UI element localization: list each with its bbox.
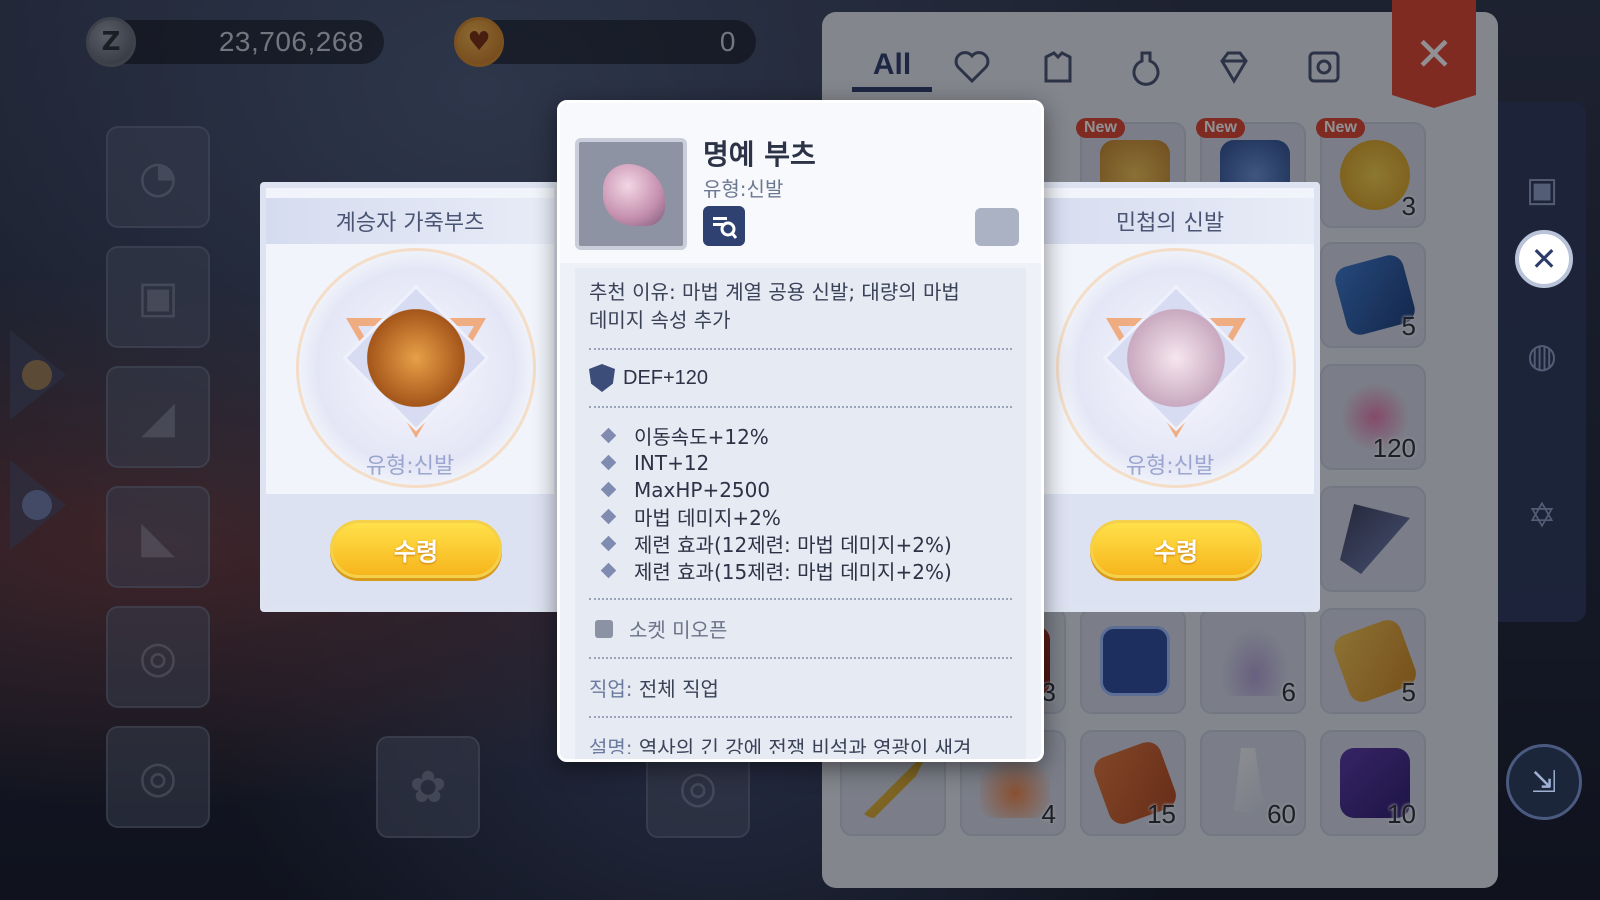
divider (589, 598, 1012, 600)
job-value: 전체 직업 (638, 677, 719, 701)
defense-value: DEF+120 (623, 366, 709, 389)
socket-text: 소켓 미오픈 (629, 618, 728, 642)
card-item-type: 유형:신발 (365, 454, 455, 479)
socket-status: 소켓 미오픈 (589, 614, 1012, 643)
item-description: 설명: 역사의 긴 강에 전쟁 비석과 영광이 새겨 (589, 732, 1012, 754)
close-icon: ✕ (1530, 240, 1558, 278)
exit-icon: ⇲ (1531, 764, 1557, 800)
reward-choice-card-right[interactable]: 민첩의 신발 유형:신발 수령 (1020, 182, 1320, 612)
reward-choice-card-left[interactable]: 계승자 가죽부츠 유형:신발 수령 (260, 182, 560, 612)
magnify-icon (713, 217, 738, 239)
stat-text: MaxHP+2500 (634, 477, 771, 502)
card-item-type: 유형:신발 (1125, 454, 1215, 479)
item-icon-frame (575, 138, 687, 250)
defense-stat: DEF+120 (589, 364, 1012, 392)
description-label: 설명: (589, 736, 633, 754)
stat-text: INT+12 (634, 450, 710, 475)
honor-boots-icon (603, 164, 665, 226)
close-tooltip-button[interactable]: ✕ (1515, 230, 1573, 288)
job-label: 직업: (589, 677, 633, 701)
bullet-diamond-icon (600, 562, 617, 579)
stat-item: INT+12 (599, 449, 1012, 476)
item-type: 유형:신발 (703, 177, 784, 201)
inspect-button[interactable] (703, 206, 745, 246)
bullet-diamond-icon (600, 454, 617, 471)
item-name: 명예 부츠 (703, 138, 816, 171)
storage-tray-icon[interactable] (975, 208, 1019, 246)
stat-text: 제련 효과(15제련: 마법 데미지+2%) (634, 560, 952, 584)
stat-item: 제련 효과(15제련: 마법 데미지+2%) (599, 557, 1012, 584)
shield-icon (589, 364, 615, 392)
stat-item: 마법 데미지+2% (599, 503, 1012, 530)
card-title: 민첩의 신발 (1026, 198, 1314, 244)
stat-text: 마법 데미지+2% (634, 506, 781, 530)
exit-button[interactable]: ⇲ (1506, 744, 1582, 820)
stat-list: 이동속도+12% INT+12 MaxHP+2500 마법 데미지+2% 제련 … (589, 422, 1012, 584)
stat-text: 이동속도+12% (634, 425, 769, 449)
card-title: 계승자 가죽부츠 (266, 198, 554, 244)
divider (589, 406, 1012, 408)
stat-item: 이동속도+12% (599, 422, 1012, 449)
tooltip-header: 명예 부츠 유형:신발 (560, 103, 1041, 263)
stat-text: 제련 효과(12제련: 마법 데미지+2%) (634, 533, 952, 557)
stat-item: 제련 효과(12제련: 마법 데미지+2%) (599, 530, 1012, 557)
divider (589, 348, 1012, 350)
socket-icon (595, 619, 613, 638)
item-tooltip: 명예 부츠 유형:신발 추천 이유: 마법 계열 공용 신발; 대량의 마법 데… (557, 100, 1044, 762)
bullet-diamond-icon (600, 535, 617, 552)
job-restriction: 직업: 전체 직업 (589, 673, 1012, 702)
claim-button[interactable]: 수령 (330, 520, 502, 578)
bullet-diamond-icon (600, 427, 617, 444)
tooltip-body: 추천 이유: 마법 계열 공용 신발; 대량의 마법 데미지 속성 추가 DEF… (575, 268, 1026, 759)
claim-button[interactable]: 수령 (1090, 520, 1262, 578)
bullet-diamond-icon (600, 481, 617, 498)
divider (589, 716, 1012, 718)
bullet-diamond-icon (600, 508, 617, 525)
recommend-reason: 추천 이유: 마법 계열 공용 신발; 대량의 마법 데미지 속성 추가 (589, 278, 1012, 334)
divider (589, 657, 1012, 659)
recommend-reason-line-2: 데미지 속성 추가 (589, 308, 731, 332)
stat-item: MaxHP+2500 (599, 476, 1012, 503)
description-text: 역사의 긴 강에 전쟁 비석과 영광이 새겨 (638, 736, 972, 754)
recommend-reason-line-1: 추천 이유: 마법 계열 공용 신발; 대량의 마법 (589, 280, 960, 304)
